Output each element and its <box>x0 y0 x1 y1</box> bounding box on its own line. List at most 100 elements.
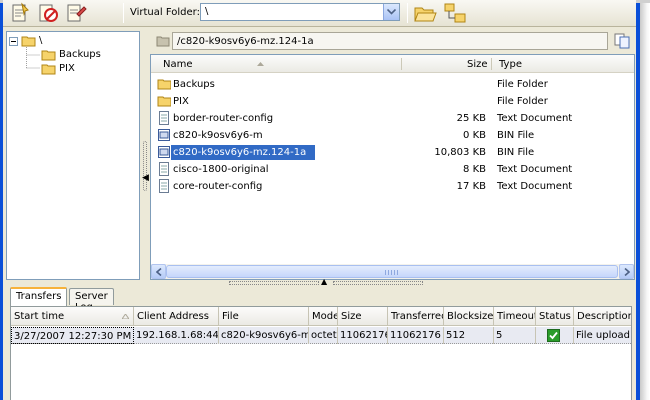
folder-icon <box>157 79 171 90</box>
cell-size[interactable]: 11062176 <box>338 327 388 344</box>
scroll-thumb[interactable] <box>166 265 618 278</box>
column-header-label: Status <box>539 311 571 322</box>
list-item[interactable]: c820-k9osv6y6-m 0 KB BIN File <box>151 127 634 144</box>
list-item[interactable]: Backups File Folder <box>151 76 634 93</box>
cell-timeout[interactable]: 5 <box>494 327 536 344</box>
column-header-label: Client Address <box>137 311 209 322</box>
copy-path-button[interactable] <box>612 32 632 50</box>
file-name: Backups <box>173 79 215 90</box>
scroll-left-button[interactable] <box>151 264 166 279</box>
folder-icon <box>41 50 56 61</box>
cell-description[interactable]: File upload <box>574 327 631 344</box>
column-header-label: Transferred <box>391 311 444 322</box>
file-size: 17 KB <box>456 181 486 192</box>
vertical-splitter[interactable]: ◀ <box>141 31 149 280</box>
path-field[interactable]: /c820-k9osv6y6-mz.124-1a <box>172 32 608 50</box>
horizontal-scrollbar[interactable] <box>151 264 634 279</box>
file-list[interactable]: Name Size Type Backups File Folder PIX File… <box>150 54 635 280</box>
list-item[interactable]: border-router-config 25 KB Text Document <box>151 110 634 127</box>
collapse-left-icon[interactable]: ◀ <box>142 173 149 183</box>
transfers-grid[interactable]: Start time Client Address File Mode Size… <box>10 306 632 400</box>
column-header-client-address[interactable]: Client Address <box>134 307 219 326</box>
column-header-blocksize[interactable]: Blocksize <box>444 307 494 326</box>
chevron-down-icon <box>387 9 396 15</box>
column-header-label: Start time <box>14 311 65 322</box>
folder-tree[interactable]: \ Backups PIX <box>6 31 140 280</box>
file-list-header: Name Size Type <box>151 55 634 73</box>
toolbar: Virtual Folder: \ <box>3 0 636 27</box>
file-name: PIX <box>173 96 189 107</box>
tree-item-pix[interactable]: PIX <box>41 62 131 76</box>
cell-client-address[interactable]: 192.168.1.68:44 <box>134 327 219 344</box>
tree-root[interactable]: \ <box>9 34 129 48</box>
tree-item-label: PIX <box>59 63 75 74</box>
cell-file[interactable]: c820-k9osv6y6-mz <box>219 327 309 344</box>
scroll-right-button[interactable] <box>619 264 634 279</box>
file-size: 0 KB <box>463 130 486 141</box>
cell-start-time[interactable]: 3/27/2007 12:27:30 PM <box>11 327 134 344</box>
column-header-size[interactable]: Size <box>467 59 488 70</box>
column-header-description[interactable]: Description <box>574 307 631 326</box>
splitter-grip[interactable] <box>333 281 423 285</box>
file-name: core-router-config <box>173 181 263 192</box>
column-header-label: Blocksize <box>447 311 494 322</box>
new-document-icon <box>12 2 29 22</box>
file-type: Text Document <box>497 164 573 175</box>
open-folder-button[interactable] <box>413 2 437 24</box>
column-header-name[interactable]: Name <box>163 59 193 70</box>
cell-status[interactable] <box>536 327 574 344</box>
column-header-start-time[interactable]: Start time <box>11 307 134 326</box>
column-header-size[interactable]: Size <box>338 307 388 326</box>
file-size: 8 KB <box>463 164 486 175</box>
settings-button[interactable] <box>65 2 89 24</box>
collapse-up-icon[interactable]: ▲ <box>321 277 327 286</box>
file-name: border-router-config <box>173 113 274 124</box>
window-shadow <box>640 0 650 400</box>
horizontal-splitter[interactable]: ▲ <box>3 277 636 286</box>
cell-blocksize[interactable]: 512 <box>444 327 494 344</box>
list-item[interactable]: c820-k9osv6y6-mz.124-1a 10,803 KB BIN File <box>151 144 634 161</box>
tree-root-label: \ <box>39 35 43 46</box>
tree-item-backups[interactable]: Backups <box>41 48 131 62</box>
chevron-right-icon <box>624 268 630 276</box>
splitter-grip[interactable] <box>229 281 319 285</box>
bin-file-icon <box>158 129 170 141</box>
column-header-type[interactable]: Type <box>499 59 522 70</box>
collapse-icon[interactable] <box>9 37 18 46</box>
sort-ascending-icon <box>122 314 129 319</box>
column-header-transferred[interactable]: Transferred <box>388 307 444 326</box>
column-header-timeout[interactable]: Timeout <box>494 307 536 326</box>
virtual-folder-dropdown-button[interactable] <box>383 4 399 20</box>
file-size: 25 KB <box>456 113 486 124</box>
virtual-folder-select[interactable]: \ <box>200 3 400 21</box>
column-header-file[interactable]: File <box>219 307 309 326</box>
stop-button[interactable] <box>37 2 61 24</box>
check-icon <box>549 331 558 340</box>
column-header-mode[interactable]: Mode <box>309 307 338 326</box>
splitter-grip[interactable] <box>143 141 147 191</box>
column-header-status[interactable]: Status <box>536 307 574 326</box>
new-document-button[interactable] <box>9 2 33 24</box>
column-header-label: Timeout <box>497 311 536 322</box>
table-row[interactable]: 3/27/2007 12:27:30 PM 192.168.1.68:44 c8… <box>11 327 631 344</box>
list-item[interactable]: core-router-config 17 KB Text Document <box>151 178 634 195</box>
folder-open-icon <box>21 36 36 47</box>
virtual-folder-label: Virtual Folder: <box>130 7 200 18</box>
cell-mode[interactable]: octet <box>309 327 338 344</box>
file-type: File Folder <box>497 96 548 107</box>
cell-transferred[interactable]: 11062176 <box>388 327 444 344</box>
tab-transfers[interactable]: Transfers <box>10 287 68 306</box>
column-header-label: Size <box>341 311 362 322</box>
list-item[interactable]: PIX File Folder <box>151 93 634 110</box>
open-folder-icon <box>414 7 437 22</box>
chevron-left-icon <box>156 268 162 276</box>
column-separator[interactable] <box>401 58 402 70</box>
tab-server-log[interactable]: Server Log <box>69 288 114 313</box>
column-separator[interactable] <box>491 58 492 70</box>
virtual-folder-value: \ <box>205 6 209 17</box>
folder-tree-button[interactable] <box>443 2 467 24</box>
path-bar: /c820-k9osv6y6-mz.124-1a <box>150 31 635 51</box>
thumb-grip <box>385 270 399 275</box>
list-item[interactable]: cisco-1800-original 8 KB Text Document <box>151 161 634 178</box>
sort-ascending-icon <box>257 62 264 66</box>
